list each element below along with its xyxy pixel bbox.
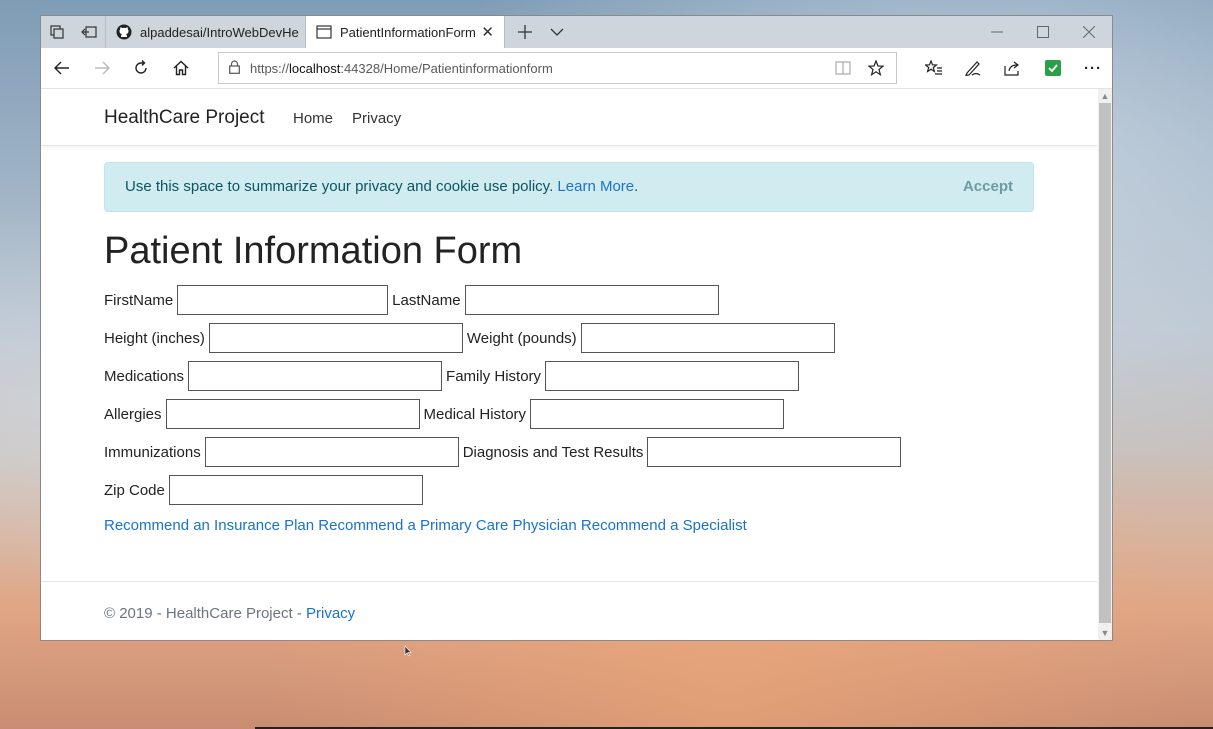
footer-privacy-link[interactable]: Privacy (306, 605, 355, 622)
weight-label: Weight (pounds) (466, 329, 577, 347)
recommendation-links: Recommend an Insurance Plan Recommend a … (104, 517, 747, 534)
immunizations-label: Immunizations (104, 443, 201, 461)
form-row-name: FirstName LastName (104, 285, 723, 315)
github-icon (116, 24, 132, 40)
tab-label: alpaddesai/IntroWebDevHe (140, 24, 299, 40)
mouse-cursor-icon (404, 645, 412, 657)
zip-code-label: Zip Code (104, 481, 165, 499)
form-row-height-weight: Height (inches) Weight (pounds) (104, 323, 839, 353)
scrollbar-thumb[interactable] (1099, 103, 1111, 623)
browser-window: alpaddesai/IntroWebDevHe PatientInformat… (40, 15, 1113, 641)
lock-icon (229, 59, 240, 77)
form-row-allergies: Allergies Medical History (104, 399, 788, 429)
recommend-physician-link[interactable]: Recommend a Primary Care Physician (318, 517, 576, 534)
vertical-scrollbar[interactable]: ▲ ▼ (1098, 89, 1112, 640)
address-bar[interactable]: https://localhost:44328/Home/Patientinfo… (218, 52, 897, 84)
notes-pen-icon[interactable] (959, 54, 987, 82)
tab-bar: alpaddesai/IntroWebDevHe PatientInformat… (41, 16, 1112, 48)
height-label: Height (inches) (104, 329, 205, 347)
tab-github[interactable]: alpaddesai/IntroWebDevHe (105, 16, 305, 48)
recommend-insurance-link[interactable]: Recommend an Insurance Plan (104, 517, 314, 534)
home-icon[interactable] (162, 52, 200, 84)
chevron-down-icon[interactable] (541, 16, 573, 48)
weight-input[interactable] (580, 323, 835, 353)
refresh-icon[interactable] (122, 52, 160, 84)
scroll-up-icon[interactable]: ▲ (1098, 89, 1112, 103)
close-window-icon[interactable] (1066, 16, 1112, 48)
medical-history-label: Medical History (423, 405, 527, 423)
diagnosis-label: Diagnosis and Test Results (462, 443, 644, 461)
form-row-zip: Zip Code (104, 475, 427, 505)
last-name-input[interactable] (464, 285, 719, 315)
back-icon[interactable] (43, 52, 81, 84)
cookie-consent-banner: Use this space to summarize your privacy… (104, 162, 1034, 212)
family-history-input[interactable] (545, 361, 800, 391)
share-icon[interactable] (999, 54, 1027, 82)
diagnosis-input[interactable] (647, 437, 902, 467)
cookie-text: Use this space to summarize your privacy… (125, 178, 639, 195)
last-name-label: LastName (392, 291, 461, 309)
site-navbar: HealthCare Project Home Privacy (41, 89, 1097, 146)
page-viewport: HealthCare Project Home Privacy Use this… (41, 89, 1097, 640)
site-brand[interactable]: HealthCare Project (104, 107, 265, 129)
tabs-aside-icon[interactable] (41, 16, 73, 48)
more-options-icon[interactable]: ··· (1079, 54, 1107, 82)
footer-divider (41, 581, 1097, 582)
close-tab-icon[interactable]: ✕ (481, 23, 494, 41)
allergies-input[interactable] (165, 399, 420, 429)
set-tabs-aside-icon[interactable] (73, 16, 105, 48)
extension-check-icon[interactable] (1039, 54, 1067, 82)
reading-view-icon[interactable] (829, 54, 857, 82)
address-toolbar: https://localhost:44328/Home/Patientinfo… (41, 48, 1112, 89)
new-tab-icon[interactable] (509, 16, 541, 48)
forward-icon[interactable] (83, 52, 121, 84)
allergies-label: Allergies (104, 405, 162, 423)
nav-home-link[interactable]: Home (293, 110, 333, 127)
first-name-label: FirstName (104, 291, 174, 309)
page-icon (316, 24, 332, 40)
height-input[interactable] (208, 323, 463, 353)
first-name-input[interactable] (177, 285, 389, 315)
medications-input[interactable] (188, 361, 443, 391)
url-text: https://localhost:44328/Home/Patientinfo… (250, 60, 553, 76)
accept-button[interactable]: Accept (963, 178, 1013, 195)
page-title: Patient Information Form (104, 230, 523, 272)
minimize-icon[interactable] (974, 16, 1020, 48)
tab-patient-form[interactable]: PatientInformationForm ✕ (305, 16, 505, 48)
scroll-down-icon[interactable]: ▼ (1098, 626, 1112, 640)
learn-more-link[interactable]: Learn More (557, 178, 634, 195)
tab-label: PatientInformationForm (340, 24, 476, 40)
family-history-label: Family History (446, 367, 542, 385)
medical-history-input[interactable] (530, 399, 785, 429)
footer: © 2019 - HealthCare Project - Privacy (104, 605, 356, 622)
form-row-medications: Medications Family History (104, 361, 803, 391)
favorites-hub-icon[interactable] (920, 54, 948, 82)
favorite-star-icon[interactable] (862, 54, 890, 82)
maximize-icon[interactable] (1020, 16, 1066, 48)
immunizations-input[interactable] (204, 437, 459, 467)
medications-label: Medications (104, 367, 185, 385)
recommend-specialist-link[interactable]: Recommend a Specialist (581, 517, 747, 534)
nav-privacy-link[interactable]: Privacy (352, 110, 401, 127)
form-row-immunizations: Immunizations Diagnosis and Test Results (104, 437, 905, 467)
zip-code-input[interactable] (168, 475, 423, 505)
